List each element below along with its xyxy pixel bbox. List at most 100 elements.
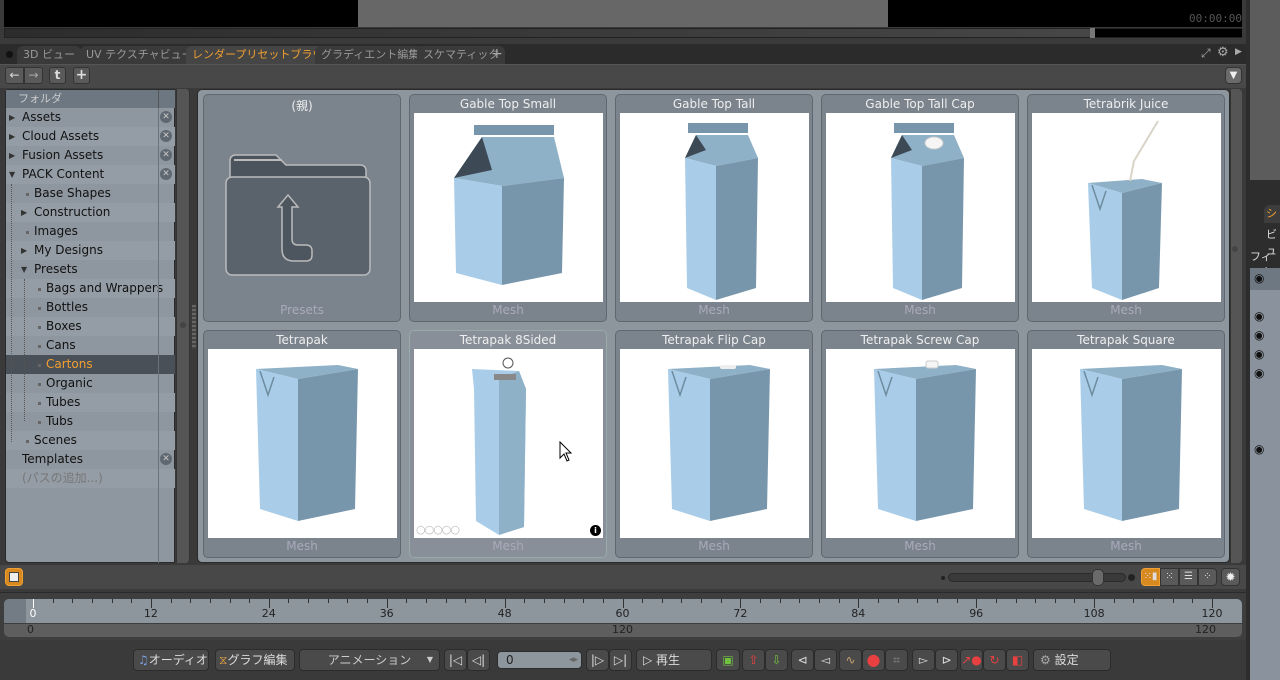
folder-item[interactable]: (パスの追加...) xyxy=(6,469,175,488)
mode-select[interactable]: アニメーション ▼ xyxy=(299,649,440,671)
expand-arrow-icon[interactable]: ▼ xyxy=(21,260,27,279)
folder-item[interactable]: Cans xyxy=(6,336,175,355)
info-icon[interactable]: i xyxy=(590,525,601,536)
folder-item[interactable]: Bags and Wrappers xyxy=(6,279,175,298)
tab-gradient-editor[interactable]: グラディエント編集 xyxy=(315,46,426,64)
gear-icon[interactable]: ⚙ xyxy=(1217,45,1229,60)
cache-button[interactable]: ▣ xyxy=(716,649,740,671)
remove-path-icon[interactable]: ✕ xyxy=(160,130,172,142)
folder-item[interactable]: ▶ Construction xyxy=(6,203,175,222)
remove-path-icon[interactable]: ✕ xyxy=(160,453,172,465)
folder-item[interactable]: Images xyxy=(6,222,175,241)
eye-icon[interactable]: ◉ xyxy=(1254,271,1264,285)
parent-folder-button[interactable]: t xyxy=(49,67,66,84)
eye-icon[interactable]: ◉ xyxy=(1254,328,1264,342)
folder-item[interactable]: Tubes xyxy=(6,393,175,412)
tab-bar-handle[interactable] xyxy=(6,51,13,58)
step-forward-button[interactable]: |▷ xyxy=(586,649,609,671)
rating-stars[interactable]: ○○○○○ xyxy=(416,523,460,536)
go-to-end-button[interactable]: ▷| xyxy=(609,649,632,671)
folder-item[interactable]: Templates ✕ xyxy=(6,450,175,469)
collapse-arrow-icon[interactable]: ▶ xyxy=(9,146,15,165)
collapse-arrow-icon[interactable]: ▶ xyxy=(9,108,15,127)
key-down-button[interactable]: ⇩ xyxy=(765,649,788,671)
remove-path-icon[interactable]: ✕ xyxy=(160,149,172,161)
view-settings-button[interactable]: ✹ xyxy=(1221,568,1240,586)
forward-button[interactable]: → xyxy=(24,67,43,84)
prev-keyframe-button[interactable]: ◅ xyxy=(814,649,837,671)
expand-arrow-icon[interactable]: ▼ xyxy=(9,165,15,184)
folder-item[interactable]: Cartons xyxy=(6,355,175,374)
key-up-button[interactable]: ⇧ xyxy=(742,649,765,671)
eye-icon[interactable]: ◉ xyxy=(1254,442,1264,456)
tab-uv-texture-view[interactable]: UV テクスチャビュー xyxy=(80,46,199,64)
view-grid-small-button[interactable]: ⁘ xyxy=(1198,568,1217,586)
scrub-bar[interactable] xyxy=(4,28,1242,38)
preset-card[interactable]: Tetrapak 8Sided ○○○○○ i Mesh xyxy=(409,330,607,558)
folder-item[interactable]: Bottles xyxy=(6,298,175,317)
scrub-handle[interactable] xyxy=(1090,28,1095,38)
collapse-arrow-icon[interactable]: ▶ xyxy=(21,203,27,222)
thumbnail-size-slider-handle[interactable] xyxy=(1091,569,1104,586)
keyframe-mode-button[interactable]: ⌗ xyxy=(885,649,908,671)
folder-item[interactable]: Tubs xyxy=(6,412,175,431)
parent-folder-card[interactable]: (親) Presets xyxy=(203,94,401,322)
eye-icon[interactable]: ◉ xyxy=(1254,347,1264,361)
collapse-arrow-icon[interactable]: ▶ xyxy=(9,127,15,146)
settings-button[interactable]: ⚙ 設定 xyxy=(1033,649,1111,671)
key-position-button[interactable]: ↗● xyxy=(960,649,983,671)
preset-card[interactable]: Tetrapak Mesh xyxy=(203,330,401,558)
add-tab-button[interactable]: + xyxy=(491,46,503,62)
record-button[interactable]: ● xyxy=(862,649,885,671)
preset-card[interactable]: Gable Top Tall Cap Mesh xyxy=(821,94,1019,322)
folder-item[interactable]: Base Shapes xyxy=(6,184,175,203)
grid-scrollbar[interactable] xyxy=(1230,89,1242,563)
next-key-button[interactable]: ⊳ xyxy=(935,649,958,671)
splitter-grip[interactable] xyxy=(192,305,196,349)
collapse-arrow-icon[interactable]: ▶ xyxy=(21,241,27,260)
preset-card[interactable]: Tetrapak Square Mesh xyxy=(1027,330,1225,558)
view-list-button[interactable]: ☰ xyxy=(1179,568,1198,586)
folder-item[interactable]: ▶ Assets ✕ xyxy=(6,108,175,127)
folder-item[interactable]: ▶ Fusion Assets ✕ xyxy=(6,146,175,165)
folder-item[interactable]: ▼ Presets xyxy=(6,260,175,279)
next-keyframe-button[interactable]: ▻ xyxy=(912,649,935,671)
graph-edit-button[interactable]: ⧖グラフ編集 xyxy=(215,649,295,671)
eye-icon[interactable]: ◉ xyxy=(1254,366,1264,380)
folder-item[interactable]: ▶ My Designs xyxy=(6,241,175,260)
eye-icon[interactable]: ◉ xyxy=(1254,309,1264,323)
key-scale-button[interactable]: ◧ xyxy=(1006,649,1029,671)
prev-key-button[interactable]: ⊲ xyxy=(791,649,814,671)
playhead[interactable] xyxy=(33,599,34,608)
back-button[interactable]: ← xyxy=(5,67,24,84)
preset-card[interactable]: Gable Top Tall Mesh xyxy=(615,94,813,322)
key-rotation-button[interactable]: ↻ xyxy=(983,649,1006,671)
remove-path-icon[interactable]: ✕ xyxy=(160,111,172,123)
folder-item[interactable]: Scenes xyxy=(6,431,175,450)
add-button[interactable]: + xyxy=(73,67,90,84)
folder-item[interactable]: Boxes xyxy=(6,317,175,336)
right-panel-tab[interactable]: シ xyxy=(1264,205,1280,223)
expand-icon[interactable]: ⤢ xyxy=(1201,46,1211,61)
tab-3d-view[interactable]: 3D ビュー xyxy=(17,46,81,64)
auto-key-button[interactable]: ∿ xyxy=(839,649,862,671)
preset-card[interactable]: Tetrapak Flip Cap Mesh xyxy=(615,330,813,558)
preset-card[interactable]: Gable Top Small Mesh xyxy=(409,94,607,322)
view-grid-large-button[interactable]: ⁙▮ xyxy=(1141,568,1160,586)
folder-item[interactable]: ▼ PACK Content ✕ xyxy=(6,165,175,184)
drag-arrows-icon[interactable]: ◂▸ xyxy=(569,652,578,668)
go-to-start-button[interactable]: |◁ xyxy=(444,649,467,671)
audio-button[interactable]: ♫オーディオ xyxy=(133,649,209,671)
step-back-button[interactable]: ◁| xyxy=(467,649,490,671)
toggle-panel-button[interactable] xyxy=(5,568,23,586)
filter-button[interactable]: ▼ xyxy=(1225,67,1242,84)
remove-path-icon[interactable]: ✕ xyxy=(160,168,172,180)
folder-item[interactable]: ▶ Cloud Assets ✕ xyxy=(6,127,175,146)
preset-card[interactable]: Tetrapak Screw Cap Mesh xyxy=(821,330,1019,558)
preset-card[interactable]: Tetrabrik Juice Mesh xyxy=(1027,94,1225,322)
play-button[interactable]: ▷ 再生 xyxy=(636,649,712,671)
current-frame-field[interactable]: 0 ◂▸ xyxy=(497,651,582,669)
triangle-right-icon[interactable]: ▶ xyxy=(1235,47,1242,57)
view-grid-text-button[interactable]: ⁙ xyxy=(1160,568,1179,586)
folder-item[interactable]: Organic xyxy=(6,374,175,393)
